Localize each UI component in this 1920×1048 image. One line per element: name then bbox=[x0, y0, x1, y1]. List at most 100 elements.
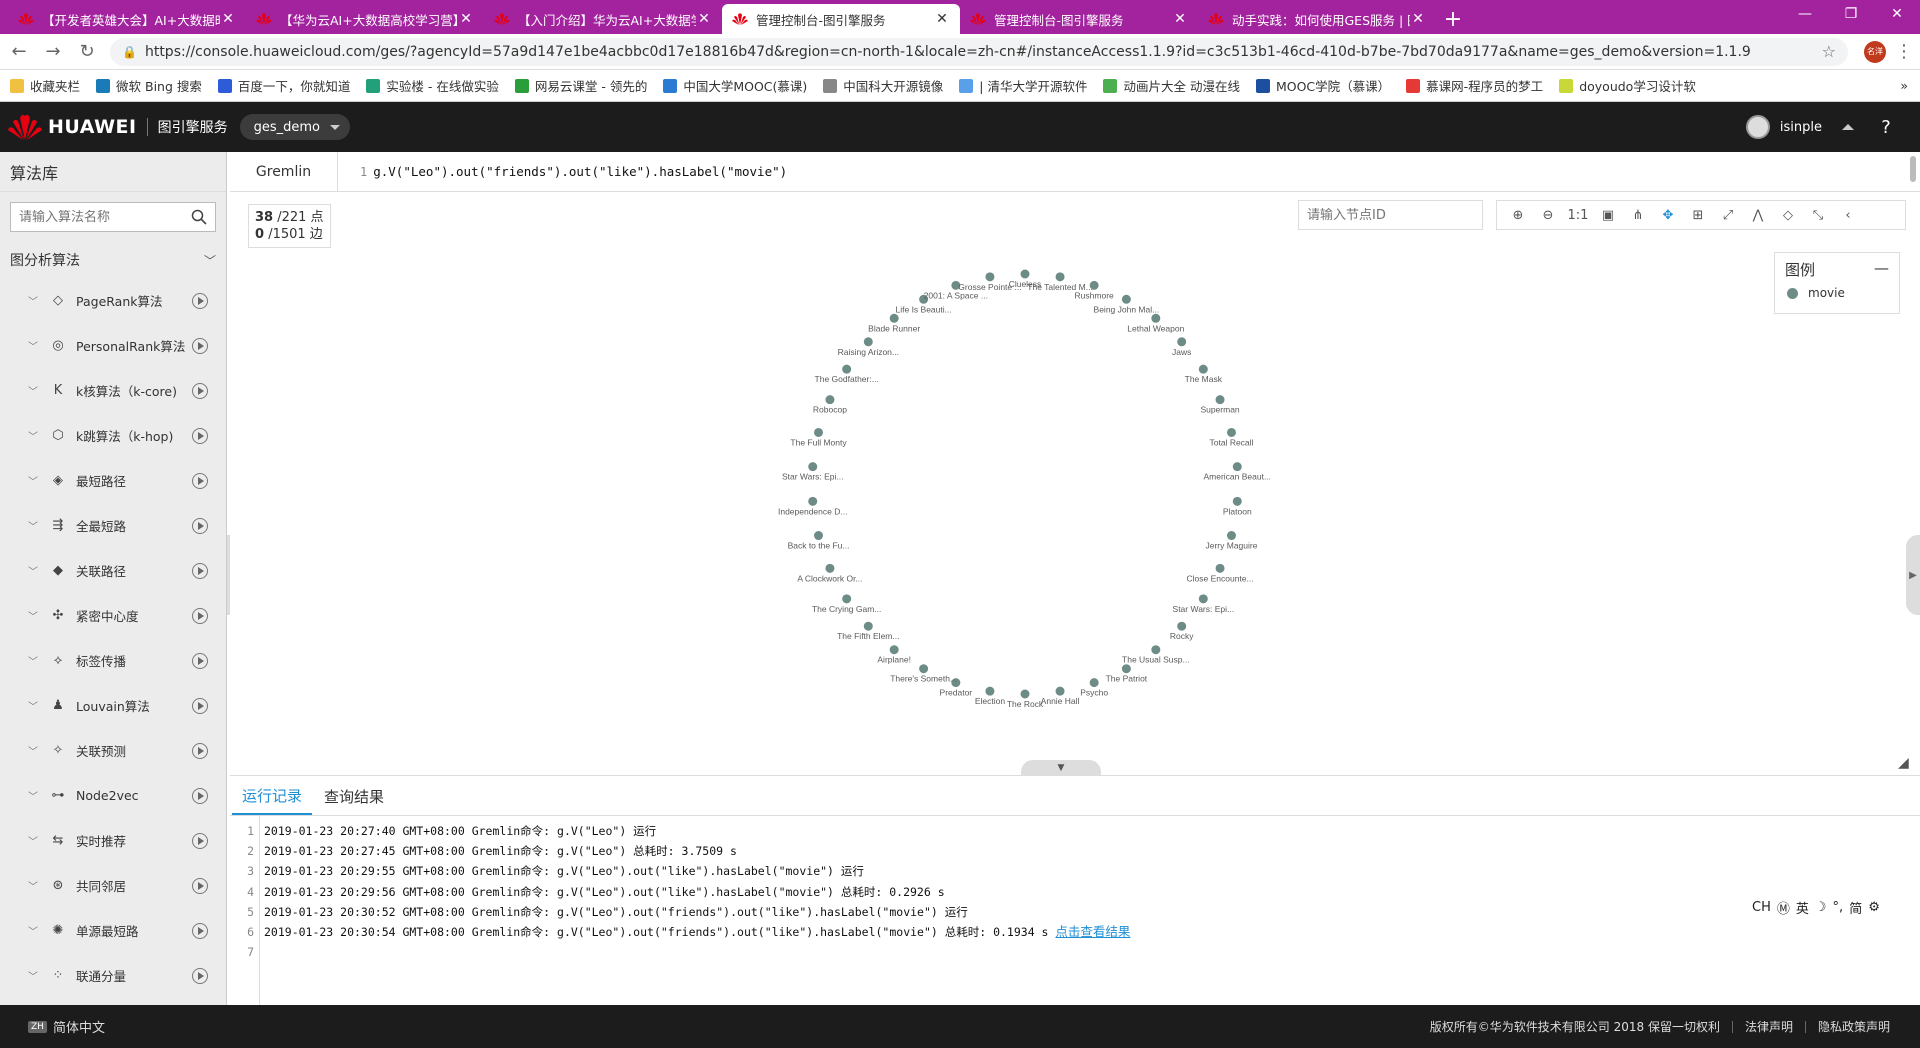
ime-mode[interactable]: CH bbox=[1752, 900, 1771, 915]
close-tab-icon[interactable]: ✕ bbox=[1172, 11, 1188, 27]
view-results-link[interactable]: 点击查看结果 bbox=[1055, 924, 1130, 939]
graph-node-dot[interactable] bbox=[1226, 531, 1236, 541]
close-tab-icon[interactable]: ✕ bbox=[934, 11, 950, 27]
graph-node-dot[interactable] bbox=[1020, 689, 1030, 699]
run-algorithm-icon[interactable] bbox=[192, 337, 208, 354]
algorithm-item[interactable]: ﹀ ◇ PageRank算法 bbox=[0, 278, 226, 323]
graph-node-dot[interactable] bbox=[919, 664, 929, 674]
bookmark-item[interactable]: 收藏夹栏 bbox=[10, 76, 80, 95]
algorithm-group-header[interactable]: 图分析算法 ﹀ bbox=[0, 242, 226, 278]
tree-layout-icon[interactable]: ⋀ bbox=[1743, 201, 1773, 229]
legend-collapse-icon[interactable]: — bbox=[1874, 259, 1889, 280]
ime-moon-icon[interactable]: ☽ bbox=[1815, 900, 1827, 915]
zoom-reset-button[interactable]: 1:1 bbox=[1563, 201, 1593, 229]
graph-node-dot[interactable] bbox=[814, 427, 824, 437]
graph-node-dot[interactable] bbox=[1198, 364, 1208, 374]
graph-node-dot[interactable] bbox=[863, 621, 873, 631]
bookmark-item[interactable]: MOOC学院（慕课） bbox=[1255, 76, 1390, 95]
browser-menu-icon[interactable]: ⋮ bbox=[1894, 41, 1914, 62]
close-tab-icon[interactable]: ✕ bbox=[220, 11, 236, 27]
profile-avatar[interactable]: 名洋 bbox=[1864, 40, 1886, 63]
algorithm-search-input[interactable] bbox=[19, 209, 191, 225]
graph-node-dot[interactable] bbox=[842, 364, 852, 374]
graph-node[interactable]: The Full Monty bbox=[790, 427, 847, 448]
legend-item-movie[interactable]: movie bbox=[1775, 286, 1899, 300]
fullscreen-icon[interactable]: ⤢ bbox=[1713, 201, 1743, 229]
run-algorithm-icon[interactable] bbox=[192, 382, 208, 399]
graph-node-dot[interactable] bbox=[985, 272, 995, 282]
graph-node-dot[interactable] bbox=[1177, 621, 1187, 631]
run-algorithm-icon[interactable] bbox=[192, 472, 208, 489]
algorithm-item[interactable]: ﹀ ⊛ 共同邻居 bbox=[0, 863, 226, 908]
graph-node-dot[interactable] bbox=[1151, 645, 1161, 655]
instance-selector[interactable]: ges_demo bbox=[239, 114, 350, 140]
graph-node-dot[interactable] bbox=[1226, 427, 1236, 437]
graph-node-dot[interactable] bbox=[825, 395, 835, 405]
expand-node-icon[interactable]: ⋔ bbox=[1623, 201, 1653, 229]
ime-grid-icon[interactable]: Ⓜ bbox=[1777, 898, 1790, 917]
graph-node[interactable]: The Godfather:... bbox=[815, 364, 879, 385]
graph-node[interactable]: Back to the Fu... bbox=[788, 531, 850, 551]
algorithm-item[interactable]: ﹀ ✺ 单源最短路 bbox=[0, 908, 226, 953]
algorithm-item[interactable]: ﹀ ♟ Louvain算法 bbox=[0, 683, 226, 728]
fit-view-icon[interactable]: ⤡ bbox=[1803, 201, 1833, 229]
bookmark-item[interactable]: doyoudo学习设计软 bbox=[1559, 76, 1696, 95]
bookmark-item[interactable]: 中国科大开源镜像 bbox=[823, 76, 943, 95]
back-icon[interactable]: ← bbox=[4, 37, 34, 67]
algorithm-item[interactable]: ﹀ ✣ 紧密中心度 bbox=[0, 593, 226, 638]
run-algorithm-icon[interactable] bbox=[192, 607, 208, 624]
algorithm-item[interactable]: ﹀ ⁘ 联通分量 bbox=[0, 953, 226, 998]
algorithm-item[interactable]: ﹀ ◎ PersonalRank算法 bbox=[0, 323, 226, 368]
run-algorithm-icon[interactable] bbox=[192, 742, 208, 759]
screenshot-icon[interactable]: ▣ bbox=[1593, 201, 1623, 229]
bookmark-item[interactable]: 百度一下，你就知道 bbox=[217, 76, 350, 95]
graph-node[interactable]: Annie Hall bbox=[1041, 686, 1080, 707]
collapse-toolbar-icon[interactable]: ‹ bbox=[1833, 201, 1863, 229]
graph-node[interactable]: American Beaut... bbox=[1203, 462, 1271, 482]
forward-icon[interactable]: → bbox=[38, 37, 68, 67]
graph-node[interactable]: Jerry Maguire bbox=[1205, 531, 1258, 551]
run-algorithm-icon[interactable] bbox=[192, 697, 208, 714]
run-algorithm-icon[interactable] bbox=[192, 877, 208, 894]
graph-node-dot[interactable] bbox=[1198, 594, 1208, 604]
close-window-icon[interactable]: ✕ bbox=[1874, 0, 1920, 28]
reload-icon[interactable]: ↻ bbox=[72, 37, 102, 67]
minimize-icon[interactable]: — bbox=[1782, 0, 1828, 28]
graph-node-dot[interactable] bbox=[1177, 337, 1187, 347]
browser-tab[interactable]: 【入门介绍】华为云AI+大数据学 ✕ bbox=[484, 4, 722, 34]
run-algorithm-icon[interactable] bbox=[192, 922, 208, 939]
chevron-down-icon[interactable]: ﹀ bbox=[28, 563, 40, 578]
chevron-down-icon[interactable]: ﹀ bbox=[28, 968, 40, 983]
legal-link[interactable]: 法律声明 bbox=[1745, 1018, 1793, 1035]
algorithm-item[interactable]: ﹀ Kk核算法（k-core) bbox=[0, 368, 226, 413]
select-mode-icon[interactable]: ✥ bbox=[1653, 201, 1683, 229]
chevron-down-icon[interactable]: ﹀ bbox=[28, 518, 40, 533]
ime-punct-icon[interactable]: °, bbox=[1833, 900, 1844, 915]
graph-node[interactable]: A Clockwork Or... bbox=[797, 563, 863, 584]
graph-node[interactable]: There's Someth... bbox=[890, 664, 957, 684]
graph-node-dot[interactable] bbox=[1089, 678, 1099, 688]
graph-node[interactable]: Jaws bbox=[1172, 337, 1191, 357]
graph-node[interactable]: Star Wars: Epi... bbox=[1173, 594, 1235, 614]
node-search-input[interactable] bbox=[1307, 207, 1477, 223]
chevron-down-icon[interactable]: ﹀ bbox=[28, 473, 40, 488]
graph-node[interactable]: The Mask bbox=[1185, 364, 1223, 385]
user-avatar[interactable] bbox=[1745, 115, 1770, 139]
graph-node-dot[interactable] bbox=[1121, 664, 1131, 674]
privacy-link[interactable]: 隐私政策声明 bbox=[1818, 1018, 1890, 1035]
run-algorithm-icon[interactable] bbox=[192, 517, 208, 534]
graph-node[interactable]: Total Recall bbox=[1210, 427, 1254, 448]
algorithm-item[interactable]: ﹀ ✧ 关联预测 bbox=[0, 728, 226, 773]
algorithm-item[interactable]: ﹀ ◆ 关联路径 bbox=[0, 548, 226, 593]
graph-node[interactable]: Psycho bbox=[1080, 678, 1108, 698]
bookmark-item[interactable]: 动画片大全 动漫在线 bbox=[1103, 76, 1240, 95]
help-icon[interactable]: ? bbox=[1876, 117, 1896, 138]
panel-resize-handle[interactable]: ▼ bbox=[1021, 760, 1101, 776]
run-algorithm-icon[interactable] bbox=[192, 562, 208, 579]
graph-node-dot[interactable] bbox=[814, 531, 824, 541]
ime-lang[interactable]: 英 bbox=[1796, 898, 1809, 917]
graph-node[interactable]: Robocop bbox=[813, 395, 847, 415]
run-algorithm-icon[interactable] bbox=[192, 787, 208, 804]
graph-node-dot[interactable] bbox=[842, 594, 852, 604]
chevron-down-icon[interactable]: ﹀ bbox=[28, 608, 40, 623]
